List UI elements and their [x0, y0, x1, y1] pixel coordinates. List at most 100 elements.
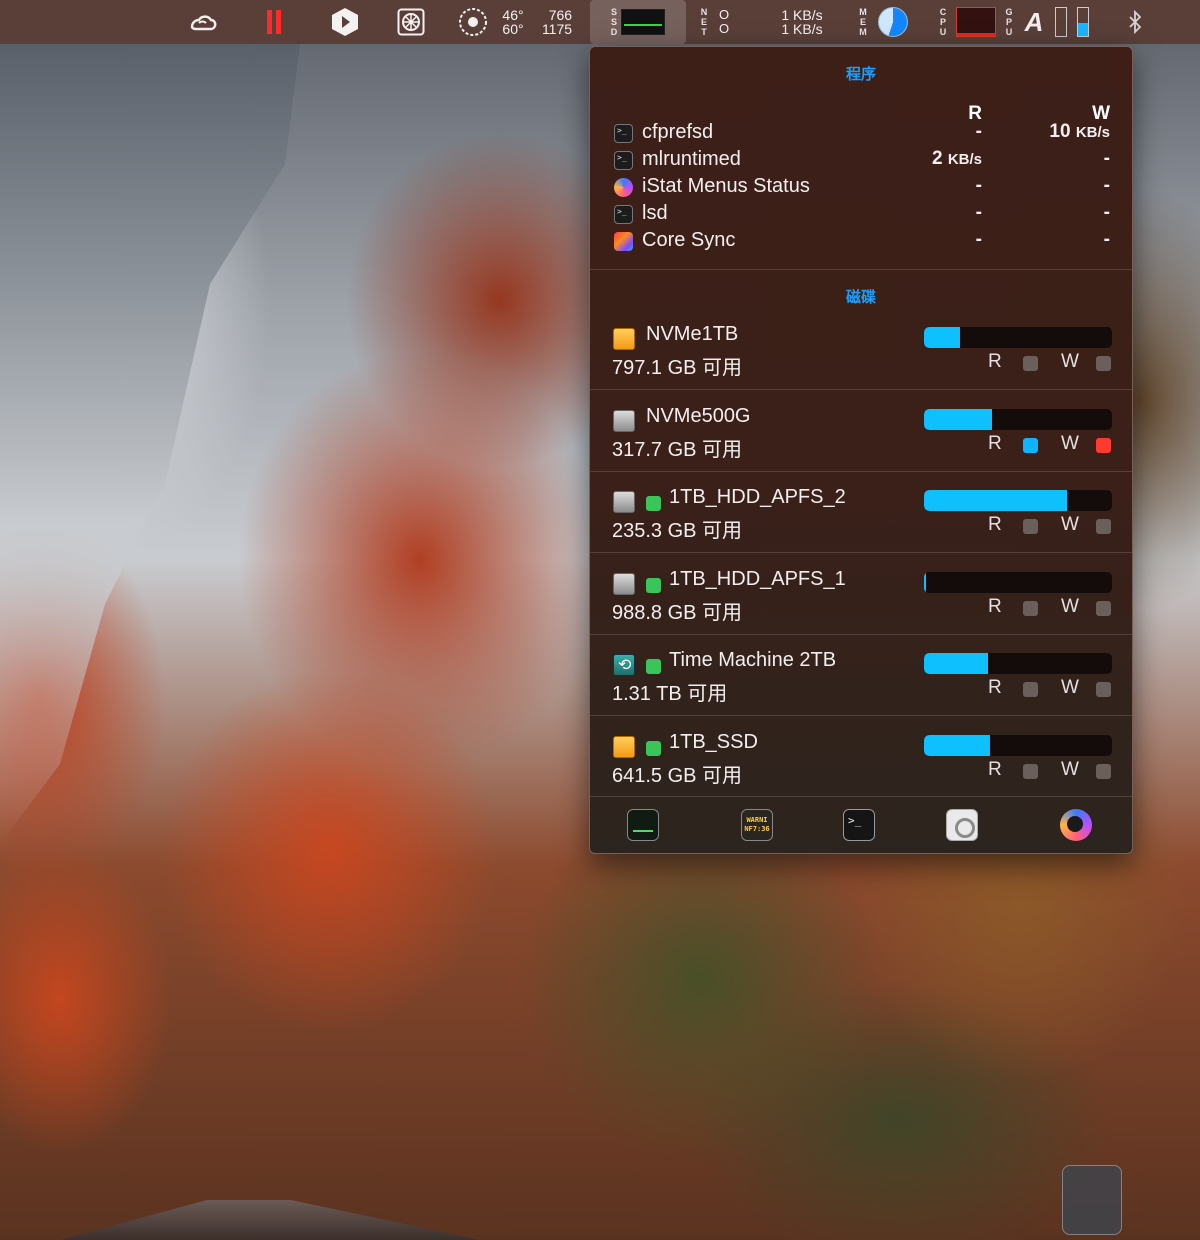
terminal-icon: [614, 151, 633, 170]
cpu-graph[interactable]: [955, 0, 997, 44]
disk-name: Time Machine 2TB: [669, 649, 837, 671]
net-label: NET: [700, 7, 708, 37]
disk-usage-fill: [924, 327, 960, 348]
disk-usage-bar: [924, 408, 1112, 430]
process-row[interactable]: Core Sync - -: [590, 229, 1132, 256]
disk-row[interactable]: 1TB_HDD_APFS_2 235.3 GB 可用 R W: [590, 473, 1132, 554]
fan-speed-2: 1175: [541, 21, 573, 37]
row-divider: [590, 633, 1132, 635]
disks-title: 磁碟: [845, 289, 876, 306]
process-write: -: [1103, 175, 1110, 196]
disk-row[interactable]: NVMe500G 317.7 GB 可用 R W: [590, 392, 1132, 473]
read-label: R: [988, 351, 1002, 372]
read-activity-indicator: [1023, 356, 1038, 371]
disk-row[interactable]: 1TB_HDD_APFS_1 988.8 GB 可用 R W: [590, 555, 1132, 636]
hexagon-play-icon[interactable]: [330, 0, 360, 44]
grey-disk-icon: [613, 572, 635, 595]
write-label: W: [1061, 351, 1079, 372]
grey-disk-icon: [613, 409, 635, 432]
istat-icon: [614, 178, 633, 197]
cpu-label: CPU: [939, 7, 947, 37]
process-write: -: [1103, 148, 1110, 169]
disk-usage-fill: [924, 653, 988, 674]
disk-free-space: 988.8 GB 可用: [612, 601, 743, 624]
read-label: R: [988, 514, 1002, 535]
pause-icon[interactable]: [262, 0, 286, 44]
write-label: W: [1061, 432, 1079, 454]
disk-utility-icon[interactable]: [946, 809, 978, 841]
disk-name: 1TB_HDD_APFS_2: [669, 486, 846, 508]
process-name: lsd: [642, 202, 668, 224]
write-activity-indicator: [1096, 437, 1111, 453]
fan-speed-readout[interactable]: 766 1175: [534, 0, 580, 44]
read-activity-indicator: [1023, 437, 1038, 453]
disk-row[interactable]: Time Machine 2TB 1.31 TB 可用 R W: [590, 636, 1132, 717]
write-label: W: [1061, 595, 1079, 617]
console-icon[interactable]: WARNI NF7:36: [741, 809, 773, 841]
orange-disk-icon: [613, 328, 635, 350]
wallpaper-sign: [1062, 1165, 1122, 1235]
fan-icon[interactable]: [456, 0, 490, 44]
read-label: R: [988, 595, 1002, 617]
network-rates[interactable]: 1 KB/s 1 KB/s: [770, 0, 834, 44]
fan-box-icon[interactable]: [396, 0, 426, 44]
row-divider: [590, 715, 1132, 716]
process-name: iStat Menus Status: [642, 175, 810, 197]
terminal-icon: [614, 124, 633, 143]
disk-free-space: 317.7 GB 可用: [612, 438, 743, 461]
creative-cloud-icon[interactable]: [186, 0, 220, 44]
read-activity-indicator: [1023, 682, 1038, 697]
font-a-icon[interactable]: A: [1020, 0, 1048, 44]
temperature-1: 46°: [502, 7, 524, 23]
istat-icon[interactable]: [1060, 809, 1092, 841]
process-write: 10 KB/s: [1049, 121, 1110, 142]
download-rate: 1 KB/s: [781, 21, 823, 37]
write-activity-indicator: [1096, 356, 1111, 371]
ssd-label: SSD: [610, 7, 618, 37]
orange-disk-icon: [613, 735, 635, 758]
disk-usage-fill: [924, 490, 1067, 511]
read-activity-indicator: [1023, 600, 1038, 616]
terminal-icon: [614, 205, 633, 224]
process-row[interactable]: mlruntimed 2 KB/s -: [590, 148, 1132, 175]
ssd-activity-graph: [621, 9, 666, 35]
process-read: -: [975, 202, 982, 223]
disk-row[interactable]: NVMe1TB 797.1 GB 可用 R W: [590, 310, 1132, 391]
gpu-usage-bar[interactable]: [1074, 0, 1092, 44]
temperature-readout[interactable]: 46° 60°: [496, 0, 530, 44]
write-activity-indicator: [1096, 682, 1111, 697]
disk-usage-fill: [924, 734, 990, 756]
process-row[interactable]: iStat Menus Status - -: [590, 175, 1132, 202]
write-label: W: [1061, 758, 1079, 780]
write-activity-indicator: [1096, 600, 1111, 616]
terminal-icon[interactable]: [843, 809, 875, 841]
bluetooth-icon[interactable]: [1122, 0, 1148, 44]
memory-pie-icon[interactable]: [876, 0, 910, 44]
ssd-menu-item[interactable]: SSD: [590, 0, 686, 44]
process-write: -: [1103, 202, 1110, 223]
process-name: mlruntimed: [642, 148, 741, 170]
disk-usage-bar: [924, 734, 1112, 756]
activity-monitor-icon[interactable]: [627, 809, 659, 841]
disk-free-space: 797.1 GB 可用: [612, 357, 743, 379]
upload-rate: 1 KB/s: [781, 7, 823, 23]
menu-bar: 46° 60° 766 1175 SSD NET OO 1 KB/s 1 KB/…: [0, 0, 1200, 44]
mounted-status-dot: [646, 577, 661, 593]
gpu-bar-empty: [1054, 0, 1068, 44]
read-label: R: [988, 758, 1002, 780]
process-row[interactable]: cfprefsd - 10 KB/s: [590, 121, 1132, 148]
write-label: W: [1061, 514, 1079, 535]
process-row[interactable]: lsd - -: [590, 202, 1132, 229]
disk-name: 1TB_SSD: [669, 730, 758, 753]
fan-speed-1: 766: [548, 7, 573, 23]
disk-row[interactable]: 1TB_SSD 641.5 GB 可用 R W: [590, 718, 1132, 799]
row-divider: [590, 470, 1132, 472]
creative-cloud-icon: [614, 232, 633, 251]
mem-label: MEM: [859, 7, 867, 37]
read-activity-indicator: [1023, 519, 1038, 534]
temperature-2: 60°: [502, 21, 524, 37]
process-read: -: [975, 175, 982, 196]
process-name: cfprefsd: [642, 121, 714, 143]
process-read: -: [975, 121, 982, 142]
mounted-status-dot: [646, 740, 661, 756]
